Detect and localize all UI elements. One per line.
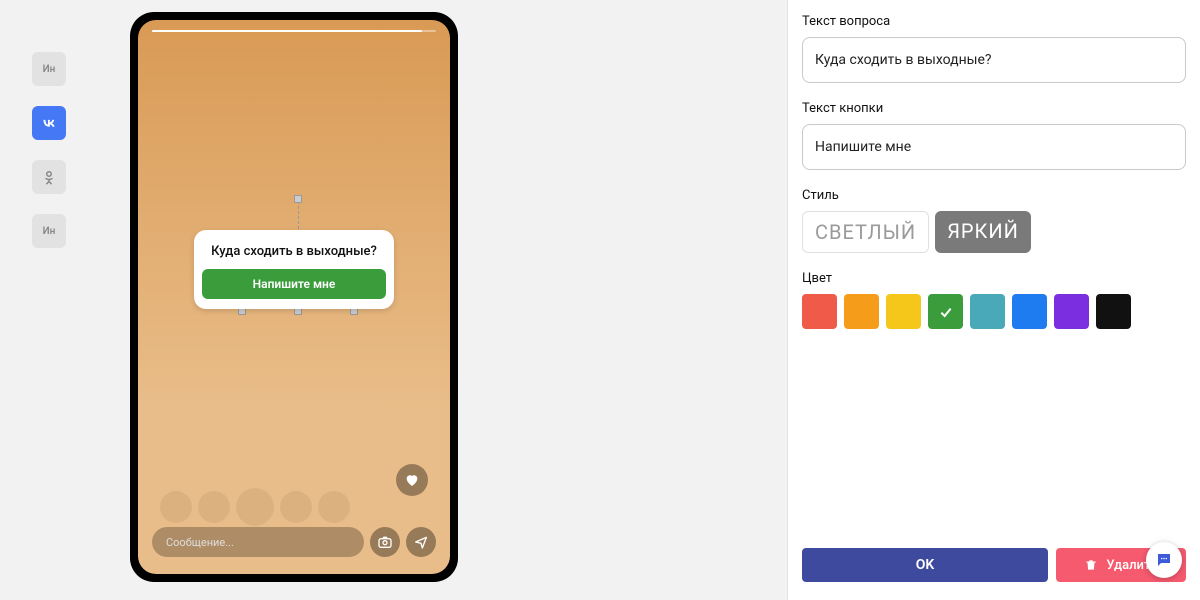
style-option-light[interactable]: СВЕТЛЫЙ <box>802 211 929 253</box>
style-option-dark[interactable]: ЯРКИЙ <box>935 211 1031 253</box>
ok-icon <box>40 168 58 186</box>
story-canvas[interactable]: Куда сходить в выходные? Напишите мне Со… <box>138 20 450 574</box>
button-field-label: Текст кнопки <box>802 101 1186 116</box>
color-field-label: Цвет <box>802 271 1186 286</box>
style-field-label: Стиль <box>802 188 1186 203</box>
share-icon <box>413 534 429 550</box>
question-widget[interactable]: Куда сходить в выходные? Напишите мне <box>194 230 394 309</box>
heart-icon <box>404 472 420 488</box>
resize-handle[interactable] <box>294 195 302 203</box>
story-reaction-ghosts <box>160 491 350 526</box>
color-swatch[interactable] <box>1012 294 1047 329</box>
color-swatch[interactable] <box>1096 294 1131 329</box>
chat-icon <box>1155 551 1173 569</box>
sidebar-item-instagram-a[interactable]: Ин <box>32 52 66 86</box>
trash-icon <box>1084 558 1098 572</box>
network-sidebar: Ин Ин <box>32 52 66 248</box>
chat-fab[interactable] <box>1146 542 1182 578</box>
sidebar-item-vk[interactable] <box>32 106 66 140</box>
message-input[interactable]: Сообщение... <box>152 527 364 557</box>
heart-button[interactable] <box>396 464 428 496</box>
story-bottom-bar: Сообщение... <box>152 524 436 560</box>
story-progress-bar <box>152 30 436 32</box>
sidebar-item-ok[interactable] <box>32 160 66 194</box>
style-options: СВЕТЛЫЙ ЯРКИЙ <box>802 211 1186 253</box>
button-text-input[interactable] <box>802 124 1186 170</box>
color-swatch[interactable] <box>928 294 963 329</box>
panel-actions: OK Удалить <box>802 548 1186 582</box>
color-swatch[interactable] <box>886 294 921 329</box>
vk-icon <box>40 114 58 132</box>
camera-icon <box>377 534 393 550</box>
check-icon <box>938 304 954 320</box>
color-swatches <box>802 294 1186 329</box>
question-widget-text: Куда сходить в выходные? <box>202 244 386 259</box>
properties-panel: Текст вопроса Текст кнопки Стиль СВЕТЛЫЙ… <box>787 0 1200 600</box>
phone-frame: Куда сходить в выходные? Напишите мне Со… <box>130 12 458 582</box>
question-field-label: Текст вопроса <box>802 14 1186 29</box>
color-swatch[interactable] <box>1054 294 1089 329</box>
ok-button[interactable]: OK <box>802 548 1048 582</box>
camera-button[interactable] <box>370 527 400 557</box>
sidebar-item-instagram-b[interactable]: Ин <box>32 214 66 248</box>
color-swatch[interactable] <box>802 294 837 329</box>
color-swatch[interactable] <box>970 294 1005 329</box>
share-button[interactable] <box>406 527 436 557</box>
question-input[interactable] <box>802 37 1186 83</box>
color-swatch[interactable] <box>844 294 879 329</box>
phone-preview-wrap: Куда сходить в выходные? Напишите мне Со… <box>130 12 458 600</box>
question-widget-button: Напишите мне <box>202 269 386 299</box>
editor-area: Ин Ин Куда сходить <box>0 0 787 600</box>
